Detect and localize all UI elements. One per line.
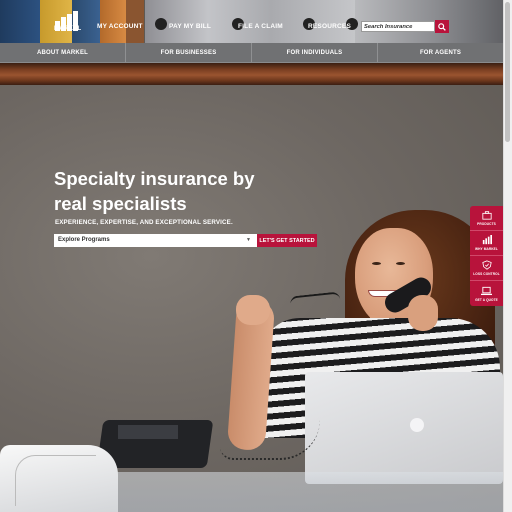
rail-item-why-markel[interactable]: WHY MARKEL	[470, 231, 503, 256]
laptop-icon	[481, 286, 492, 295]
hero-photo-eye	[396, 262, 405, 265]
file-a-claim-link[interactable]: FILE A CLAIM	[238, 23, 283, 30]
rail-item-products[interactable]: PRODUCTS	[470, 206, 503, 231]
explore-programs-select[interactable]: Explore Programs ▼	[54, 234, 257, 247]
my-account-link[interactable]: MY ACCOUNT	[97, 23, 143, 30]
rail-item-label: GET A QUOTE	[475, 297, 498, 302]
pay-my-bill-link[interactable]: PAY MY BILL	[169, 23, 211, 30]
get-started-button[interactable]: LET'S GET STARTED	[257, 234, 317, 247]
tab-for-individuals[interactable]: FOR INDIVIDUALS	[252, 43, 378, 62]
main-nav: ABOUT MARKEL FOR BUSINESSES FOR INDIVIDU…	[0, 43, 503, 63]
header-backdrop-binder	[145, 0, 355, 43]
rail-item-label: WHY MARKEL	[475, 247, 498, 251]
tab-for-agents[interactable]: FOR AGENTS	[378, 43, 503, 62]
tab-for-businesses[interactable]: FOR BUSINESSES	[126, 43, 252, 62]
select-value: Explore Programs	[58, 237, 110, 243]
hero-photo-hand-holding-phone	[408, 295, 438, 331]
logo-wordmark[interactable]: MARKEL	[54, 26, 81, 32]
rail-item-label: PRODUCTS	[477, 222, 496, 226]
hero-photo-papers	[0, 445, 118, 512]
hero-photo-laptop	[305, 372, 503, 484]
resources-link[interactable]: RESOURCES	[308, 23, 351, 30]
search-icon	[438, 22, 446, 31]
header-backdrop-binder	[0, 0, 40, 43]
hero-photo-desk-phone-screen	[118, 425, 178, 439]
hero-headline-line2: real specialists	[54, 193, 187, 214]
header-backdrop-binder	[100, 0, 126, 43]
tab-about-markel[interactable]: ABOUT MARKEL	[0, 43, 126, 62]
rail-item-get-a-quote[interactable]: GET A QUOTE	[470, 281, 503, 306]
hero-headline-line1: Specialty insurance by	[54, 168, 255, 189]
search-button[interactable]	[435, 20, 449, 33]
quick-action-rail: PRODUCTS WHY MARKEL LOSS CONTROL GET A Q…	[470, 206, 503, 306]
hero-photo-hand	[236, 295, 270, 325]
wood-shelf	[0, 63, 503, 85]
shield-icon	[481, 260, 492, 270]
hero-photo-laptop-logo	[410, 418, 424, 432]
search-box	[361, 21, 435, 32]
briefcase-icon	[481, 211, 492, 220]
building-icon	[482, 235, 492, 245]
scrollbar-thumb[interactable]	[505, 2, 510, 142]
hero-subheadline: EXPERIENCE, EXPERTISE, AND EXCEPTIONAL S…	[55, 219, 233, 226]
header-backdrop-binder	[126, 0, 144, 43]
search-input[interactable]	[364, 22, 434, 31]
rail-item-loss-control[interactable]: LOSS CONTROL	[470, 256, 503, 281]
binder-ring	[155, 18, 167, 30]
hero-headline: Specialty insurance by real specialists	[54, 166, 314, 216]
chevron-down-icon: ▼	[246, 237, 251, 243]
rail-item-label: LOSS CONTROL	[473, 272, 500, 276]
hero-photo-eye	[372, 262, 381, 265]
